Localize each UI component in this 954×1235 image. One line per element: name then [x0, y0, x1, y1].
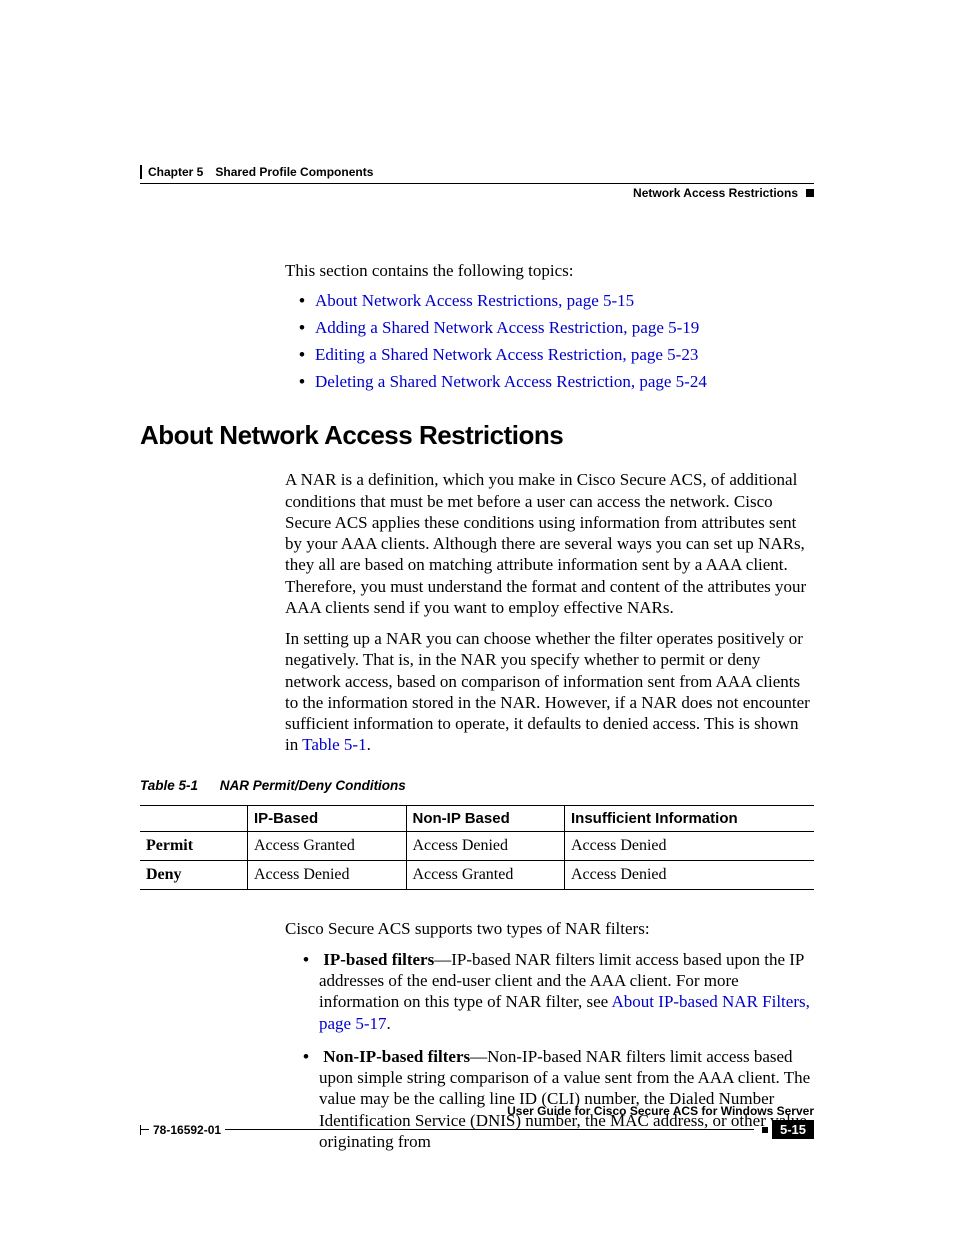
section-heading: About Network Access Restrictions: [140, 420, 814, 451]
running-subheader: Network Access Restrictions: [140, 186, 814, 200]
footer-guide-title: User Guide for Cisco Secure ACS for Wind…: [140, 1104, 814, 1118]
table-row: Permit Access Granted Access Denied Acce…: [140, 831, 814, 860]
nar-conditions-table: IP-Based Non-IP Based Insufficient Infor…: [140, 805, 814, 890]
section-name-right: Network Access Restrictions: [633, 186, 798, 200]
filter-bold: IP-based filters: [323, 950, 434, 969]
page-footer: User Guide for Cisco Secure ACS for Wind…: [140, 1104, 814, 1139]
th-ip: IP-Based: [248, 805, 407, 831]
cell: Access Denied: [248, 860, 407, 889]
table-row: Deny Access Denied Access Granted Access…: [140, 860, 814, 889]
section-para-1: A NAR is a definition, which you make in…: [285, 469, 814, 618]
cell: Access Granted: [406, 860, 565, 889]
square-icon: [806, 189, 814, 197]
topic-link[interactable]: Editing a Shared Network Access Restrict…: [315, 345, 698, 364]
row-label: Permit: [140, 831, 248, 860]
list-item: • IP-based filters—IP-based NAR filters …: [303, 949, 814, 1034]
section-para-2: In setting up a NAR you can choose wheth…: [285, 628, 814, 756]
para2-text-b: .: [367, 735, 371, 754]
topic-link[interactable]: About Network Access Restrictions, page …: [315, 291, 634, 310]
table-caption-title: NAR Permit/Deny Conditions: [220, 778, 406, 793]
chapter-title: Shared Profile Components: [215, 165, 373, 179]
th-nonip: Non-IP Based: [406, 805, 565, 831]
footer-doc-number: 78-16592-01: [153, 1123, 221, 1137]
cell: Access Denied: [565, 860, 815, 889]
table-caption: Table 5-1 NAR Permit/Deny Conditions: [140, 778, 814, 793]
table-ref-link[interactable]: Table 5-1: [302, 735, 366, 754]
chapter-number: Chapter 5: [148, 165, 203, 179]
topic-link[interactable]: Deleting a Shared Network Access Restric…: [315, 372, 707, 391]
header-rule-icon: [140, 165, 142, 179]
topic-link[interactable]: Adding a Shared Network Access Restricti…: [315, 318, 699, 337]
after-table-lead: Cisco Secure ACS supports two types of N…: [285, 918, 814, 939]
row-label: Deny: [140, 860, 248, 889]
running-header: Chapter 5 Shared Profile Components: [140, 165, 814, 179]
filter-text-b: .: [387, 1014, 391, 1033]
header-divider: [140, 183, 814, 184]
square-icon: [762, 1127, 768, 1133]
cell: Access Denied: [406, 831, 565, 860]
filter-bold: Non-IP-based filters: [323, 1047, 470, 1066]
table-caption-label: Table 5-1: [140, 778, 198, 793]
page: Chapter 5 Shared Profile Components Netw…: [0, 0, 954, 1152]
th-blank: [140, 805, 248, 831]
th-insufficient: Insufficient Information: [565, 805, 815, 831]
topic-link-list: About Network Access Restrictions, page …: [303, 291, 814, 392]
intro-lead: This section contains the following topi…: [285, 260, 814, 281]
footer-page-number: 5-15: [772, 1120, 814, 1139]
cell: Access Granted: [248, 831, 407, 860]
cell: Access Denied: [565, 831, 815, 860]
